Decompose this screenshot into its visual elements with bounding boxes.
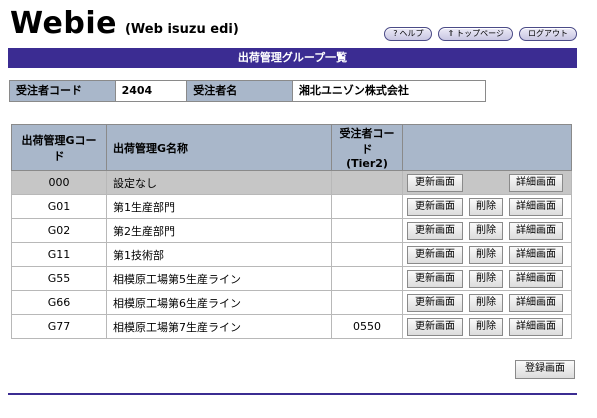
contractor-code-value: 2404 xyxy=(115,81,188,101)
header-tier-line1: 受注者コード xyxy=(339,127,395,156)
row-actions: 更新画面 削除 詳細画面 xyxy=(402,314,572,339)
contractor-info: 受注者コード 2404 受注者名 湘北ユニゾン株式会社 xyxy=(9,80,486,102)
row-actions: 更新画面 削除 詳細画面 xyxy=(402,290,572,315)
delete-placeholder xyxy=(469,174,503,192)
table-row: G55 相模原工場第5生産ライン 更新画面 削除 詳細画面 xyxy=(11,266,572,291)
row-code: 000 xyxy=(11,170,107,195)
header-tier-line2: (Tier2) xyxy=(346,157,388,170)
contractor-code-label: 受注者コード xyxy=(10,81,116,101)
row-code: G66 xyxy=(11,290,107,315)
delete-button[interactable]: 削除 xyxy=(469,317,503,336)
detail-button[interactable]: 詳細画面 xyxy=(509,245,563,264)
delete-button[interactable]: 削除 xyxy=(469,269,503,288)
row-code: G11 xyxy=(11,242,107,267)
row-name: 相模原工場第5生産ライン xyxy=(106,266,332,291)
row-actions: 更新画面 削除 詳細画面 xyxy=(402,266,572,291)
help-label: ヘルプ xyxy=(399,29,424,38)
row-name: 第1技術部 xyxy=(106,242,332,267)
update-button[interactable]: 更新画面 xyxy=(407,293,463,312)
table-row: G02 第2生産部門 更新画面 削除 詳細画面 xyxy=(11,218,572,243)
row-tier xyxy=(331,194,403,219)
table-row: G66 相模原工場第6生産ライン 更新画面 削除 詳細画面 xyxy=(11,290,572,315)
contractor-name-label: 受注者名 xyxy=(187,81,293,101)
row-tier xyxy=(331,290,403,315)
row-code: G01 xyxy=(11,194,107,219)
register-button[interactable]: 登録画面 xyxy=(515,360,575,379)
row-tier: 0550 xyxy=(331,314,403,339)
logo-text: Webie xyxy=(10,6,117,41)
detail-button[interactable]: 詳細画面 xyxy=(509,293,563,312)
top-page-label: トップページ xyxy=(456,29,504,38)
detail-button[interactable]: 詳細画面 xyxy=(509,173,563,192)
table-header-row: 出荷管理Gコード 出荷管理G名称 受注者コード (Tier2) xyxy=(11,124,572,171)
row-code: G02 xyxy=(11,218,107,243)
row-tier xyxy=(331,266,403,291)
row-name: 相模原工場第7生産ライン xyxy=(106,314,332,339)
update-button[interactable]: 更新画面 xyxy=(407,221,463,240)
help-icon: ? xyxy=(393,29,398,38)
row-actions: 更新画面 削除 詳細画面 xyxy=(402,194,572,219)
detail-button[interactable]: 詳細画面 xyxy=(509,197,563,216)
update-button[interactable]: 更新画面 xyxy=(407,197,463,216)
update-button[interactable]: 更新画面 xyxy=(407,269,463,288)
delete-button[interactable]: 削除 xyxy=(469,221,503,240)
row-tier xyxy=(331,218,403,243)
logout-label: ログアウト xyxy=(528,29,568,38)
help-button[interactable]: ? ヘルプ xyxy=(384,27,433,41)
row-name: 相模原工場第6生産ライン xyxy=(106,290,332,315)
row-actions: 更新画面 詳細画面 xyxy=(402,170,572,195)
header-actions xyxy=(402,124,572,171)
update-button[interactable]: 更新画面 xyxy=(407,173,463,192)
delete-button[interactable]: 削除 xyxy=(469,197,503,216)
table-row: G01 第1生産部門 更新画面 削除 詳細画面 xyxy=(11,194,572,219)
table-row: 000 設定なし 更新画面 詳細画面 xyxy=(11,170,572,195)
update-button[interactable]: 更新画面 xyxy=(407,317,463,336)
table-row: G11 第1技術部 更新画面 削除 詳細画面 xyxy=(11,242,572,267)
row-code: G77 xyxy=(11,314,107,339)
table-row: G77 相模原工場第7生産ライン 0550 更新画面 削除 詳細画面 xyxy=(11,314,572,339)
update-button[interactable]: 更新画面 xyxy=(407,245,463,264)
header-tier: 受注者コード (Tier2) xyxy=(331,124,403,171)
top-navigation: ? ヘルプ ⇑ トップページ ログアウト xyxy=(384,27,577,41)
delete-button[interactable]: 削除 xyxy=(469,293,503,312)
page-title: 出荷管理グループ一覧 xyxy=(8,48,577,68)
row-name: 第2生産部門 xyxy=(106,218,332,243)
logo: Webie (Web isuzu edi) xyxy=(10,6,239,41)
row-actions: 更新画面 削除 詳細画面 xyxy=(402,218,572,243)
top-page-button[interactable]: ⇑ トップページ xyxy=(438,27,513,41)
row-code: G55 xyxy=(11,266,107,291)
delete-button[interactable]: 削除 xyxy=(469,245,503,264)
row-tier xyxy=(331,242,403,267)
row-actions: 更新画面 削除 詳細画面 xyxy=(402,242,572,267)
detail-button[interactable]: 詳細画面 xyxy=(509,221,563,240)
detail-button[interactable]: 詳細画面 xyxy=(509,317,563,336)
detail-button[interactable]: 詳細画面 xyxy=(509,269,563,288)
logo-subtitle: (Web isuzu edi) xyxy=(124,22,239,37)
header-name: 出荷管理G名称 xyxy=(106,124,332,171)
contractor-name-value: 湘北ユニゾン株式会社 xyxy=(292,81,486,101)
row-name: 設定なし xyxy=(106,170,332,195)
row-name: 第1生産部門 xyxy=(106,194,332,219)
shipping-group-table: 出荷管理Gコード 出荷管理G名称 受注者コード (Tier2) 000 設定なし更… xyxy=(11,124,572,339)
home-up-icon: ⇑ xyxy=(447,29,455,38)
header-code: 出荷管理Gコード xyxy=(11,124,107,171)
footer-divider xyxy=(8,393,577,395)
row-tier xyxy=(331,170,403,195)
logout-button[interactable]: ログアウト xyxy=(519,27,577,41)
